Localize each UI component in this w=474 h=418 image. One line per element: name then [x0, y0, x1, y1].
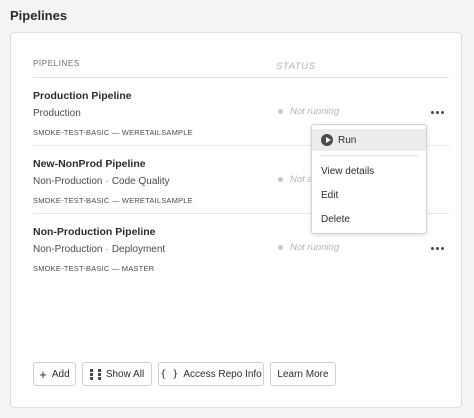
- pipeline-type: Production: [33, 108, 81, 119]
- add-button-label: Add: [51, 368, 70, 380]
- learn-more-label: Learn More: [277, 368, 329, 380]
- separator-dot: ·: [105, 176, 109, 187]
- menu-item-view-details[interactable]: View details: [312, 160, 426, 182]
- status-dot-icon: [278, 245, 283, 250]
- pipeline-meta: SMOKE-TEST-BASIC — MASTER: [33, 264, 155, 273]
- show-all-button[interactable]: Show All: [82, 362, 152, 386]
- pipeline-status: Not a: [278, 174, 313, 185]
- access-repo-info-button[interactable]: { } Access Repo Info: [158, 362, 264, 386]
- plus-icon: +: [39, 366, 47, 382]
- braces-icon: { }: [160, 368, 179, 380]
- more-dot-icon: [435, 110, 439, 114]
- pipeline-type-primary: Non-Production: [33, 176, 103, 187]
- more-actions-button[interactable]: [429, 241, 445, 255]
- pipeline-type-secondary: Code Quality: [111, 176, 170, 187]
- status-dot-icon: [278, 177, 283, 182]
- page-title: Pipelines: [10, 8, 68, 23]
- pipeline-name[interactable]: Non-Production Pipeline: [33, 226, 156, 238]
- pipeline-meta: SMOKE-TEST-BASIC — WERETAILSAMPLE: [33, 128, 193, 137]
- pipeline-meta: SMOKE-TEST-BASIC — WERETAILSAMPLE: [33, 196, 193, 205]
- more-actions-button[interactable]: [429, 105, 445, 119]
- menu-item-edit[interactable]: Edit: [312, 184, 426, 206]
- more-dot-icon: [440, 246, 444, 250]
- pipeline-name[interactable]: Production Pipeline: [33, 90, 132, 102]
- pipeline-status: Not running: [278, 106, 339, 117]
- more-dot-icon: [435, 246, 439, 250]
- pipeline-status-text: Not running: [290, 106, 340, 117]
- menu-item-delete[interactable]: Delete: [312, 208, 426, 230]
- pipeline-type-primary: Non-Production: [33, 244, 103, 255]
- pipeline-status-text: Not running: [290, 242, 340, 253]
- pipeline-type: Non-Production · Code Quality: [33, 176, 170, 187]
- menu-divider: [320, 155, 418, 156]
- column-header-pipelines: PIPELINES: [33, 59, 80, 68]
- pipeline-type-secondary: Deployment: [111, 244, 166, 255]
- more-dot-icon: [440, 110, 444, 114]
- show-all-button-label: Show All: [105, 368, 145, 380]
- separator-dot: ·: [105, 244, 109, 255]
- add-button[interactable]: + Add: [33, 362, 76, 386]
- pipeline-name[interactable]: New-NonProd Pipeline: [33, 158, 146, 170]
- pipeline-type: Non-Production · Deployment: [33, 244, 165, 255]
- pipeline-actions-menu: Run View details Edit Delete: [311, 124, 427, 234]
- learn-more-button[interactable]: Learn More: [270, 362, 336, 386]
- grid-icon: [89, 368, 101, 380]
- status-dot-icon: [278, 109, 283, 114]
- menu-item-run-label: Run: [338, 134, 357, 146]
- pipeline-status: Not running: [278, 242, 339, 253]
- pipeline-type-primary: Production: [33, 108, 81, 119]
- menu-item-run[interactable]: Run: [312, 129, 426, 151]
- more-dot-icon: [430, 246, 434, 250]
- column-header-status: STATUS: [276, 61, 316, 72]
- play-circle-icon: [321, 134, 333, 146]
- access-repo-info-label: Access Repo Info: [183, 368, 262, 380]
- pipeline-status-text: Not a: [290, 174, 313, 185]
- more-dot-icon: [430, 110, 434, 114]
